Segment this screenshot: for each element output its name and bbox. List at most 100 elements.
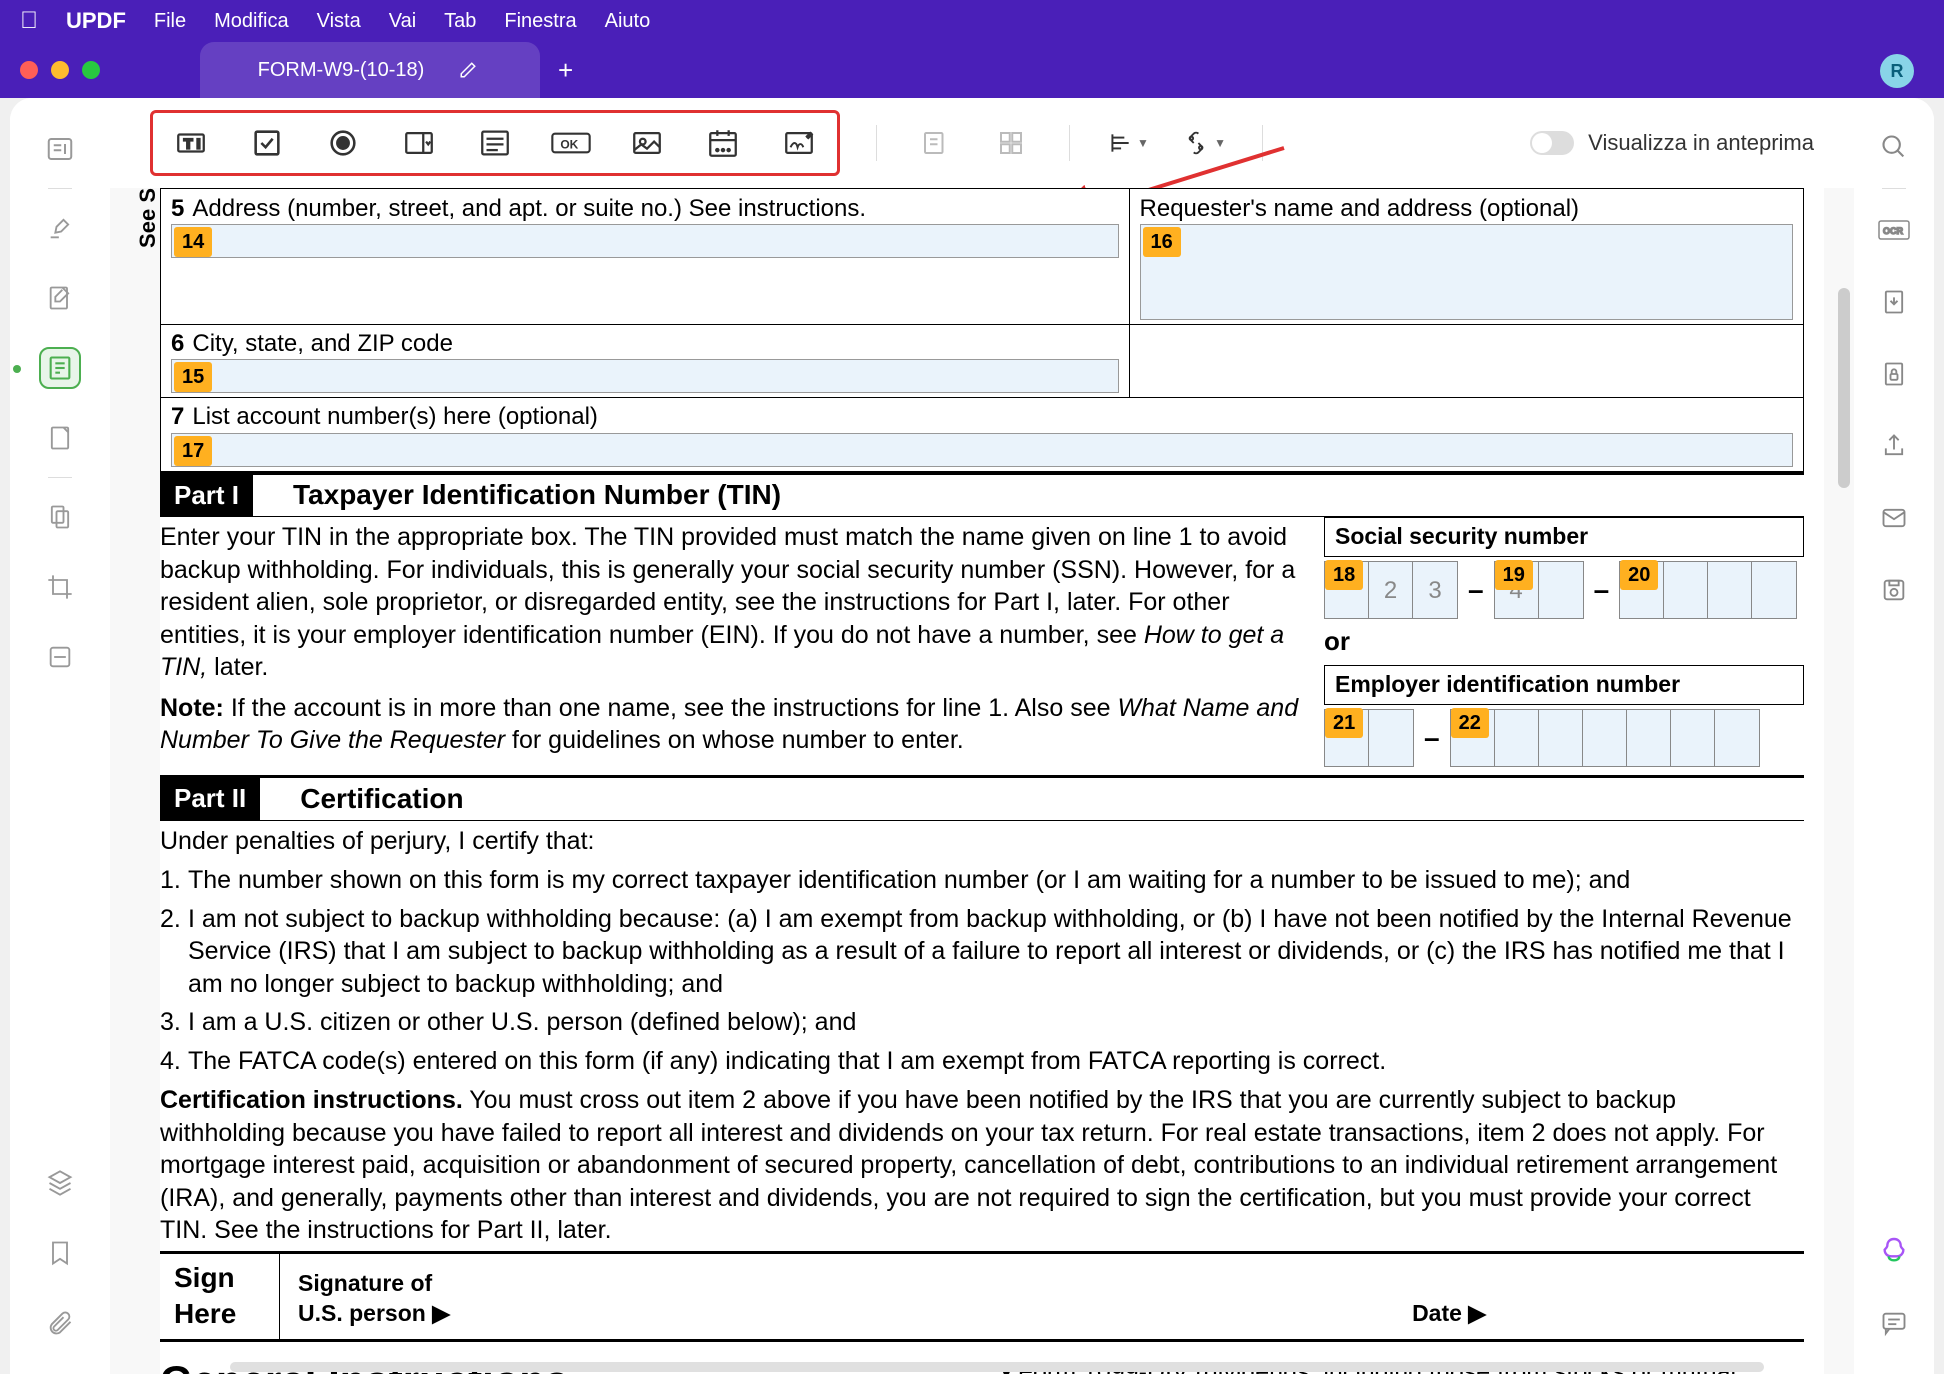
button-tool[interactable]: OK (549, 121, 593, 165)
city-field[interactable]: 15 (171, 359, 1119, 393)
bookmark-icon[interactable] (39, 1232, 81, 1274)
ssn-cell[interactable] (1752, 562, 1796, 618)
tools-settings-icon[interactable]: ▼ (1182, 121, 1226, 165)
ein-boxes: 21 – 22 (1324, 709, 1804, 767)
field-label: City, state, and ZIP code (192, 330, 453, 357)
part1-header: Part I Taxpayer Identification Number (T… (160, 472, 1804, 518)
chevron-down-icon: ▼ (1137, 136, 1149, 150)
part2-header: Part II Certification (160, 775, 1804, 821)
ssn-cell[interactable] (1708, 562, 1752, 618)
sign-row: SignHere Signature of U.S. person ▶ Date… (160, 1251, 1804, 1342)
field-badge-18: 18 (1325, 560, 1363, 590)
menu-go[interactable]: Vai (389, 10, 416, 33)
ssn-cell[interactable]: 3 (1413, 562, 1457, 618)
cert-instructions: Certification instructions. You must cro… (160, 1080, 1804, 1251)
reader-mode-icon[interactable] (39, 128, 81, 170)
window-minimize-button[interactable] (51, 61, 69, 79)
menu-tab[interactable]: Tab (444, 10, 476, 33)
horizontal-scrollbar[interactable] (230, 1362, 1764, 1372)
edit-text-icon[interactable] (39, 277, 81, 319)
signature-label: Signature of (298, 1269, 450, 1299)
ai-assistant-icon[interactable] (1873, 1230, 1915, 1272)
part1-paragraph: Enter your TIN in the appropriate box. T… (160, 517, 1304, 688)
menu-help[interactable]: Aiuto (605, 10, 651, 33)
layers-icon[interactable] (39, 1162, 81, 1204)
ein-cell[interactable] (1369, 710, 1413, 766)
signature-field-tool[interactable] (777, 121, 821, 165)
ssn-cell[interactable] (1664, 562, 1708, 618)
ein-cell[interactable] (1539, 710, 1583, 766)
account-numbers-field[interactable]: 17 (171, 433, 1793, 467)
left-sidebar (10, 98, 110, 1374)
field-badge-15: 15 (174, 362, 212, 392)
ein-cell[interactable] (1495, 710, 1539, 766)
date-field-tool[interactable] (701, 121, 745, 165)
share-icon[interactable] (1873, 425, 1915, 467)
side-label: See S (135, 188, 161, 248)
attachment-icon[interactable] (39, 1302, 81, 1344)
page-tools-icon[interactable] (39, 496, 81, 538)
pdf-page: 5 Address (number, street, and apt. or su… (160, 188, 1824, 1374)
menu-file[interactable]: File (154, 10, 186, 33)
pencil-icon[interactable] (454, 56, 482, 84)
align-tool[interactable]: ▼ (1106, 121, 1150, 165)
part1-note: Note: If the account is in more than one… (160, 688, 1304, 761)
field-number: 5 (171, 195, 184, 222)
field-badge-14: 14 (174, 227, 212, 257)
field-badge-16: 16 (1143, 227, 1181, 257)
ein-label: Employer identification number (1324, 665, 1804, 705)
ein-cell[interactable] (1627, 710, 1671, 766)
window-maximize-button[interactable] (82, 61, 100, 79)
app-name[interactable]: UPDF (66, 8, 126, 34)
menu-view[interactable]: Vista (317, 10, 361, 33)
grid-arrange-icon[interactable] (989, 121, 1033, 165)
ssn-cell[interactable]: 2 (1369, 562, 1413, 618)
ein-cell[interactable] (1583, 710, 1627, 766)
vertical-scrollbar[interactable] (1838, 288, 1850, 488)
dropdown-tool[interactable] (397, 121, 441, 165)
listbox-tool[interactable] (473, 121, 517, 165)
address-field[interactable]: 14 (171, 224, 1119, 258)
ein-cell[interactable] (1671, 710, 1715, 766)
preview-toggle[interactable] (1530, 131, 1574, 155)
crop-icon[interactable] (39, 566, 81, 608)
text-field-tool[interactable]: T I (169, 121, 213, 165)
document-viewport[interactable]: See S 5 Address (number, street, and apt.… (110, 188, 1854, 1374)
save-icon[interactable] (1873, 569, 1915, 611)
search-icon[interactable] (1873, 126, 1915, 168)
apple-logo-icon[interactable]:  (20, 7, 38, 35)
highlighter-icon[interactable] (39, 207, 81, 249)
document-tab[interactable]: FORM-W9-(10-18) (200, 42, 540, 98)
form-toolbar: T I OK ▼ ▼ Visualizza in anteprima (110, 98, 1854, 188)
new-tab-button[interactable]: + (558, 55, 573, 86)
convert-icon[interactable] (1873, 281, 1915, 323)
requester-label: Requester's name and address (optional) (1140, 195, 1580, 222)
menu-window[interactable]: Finestra (504, 10, 576, 33)
email-icon[interactable] (1873, 497, 1915, 539)
ocr-icon[interactable]: OCR (1873, 209, 1915, 251)
form-mode-icon[interactable] (39, 347, 81, 389)
field-badge-17: 17 (174, 436, 212, 466)
form-alignment-icon[interactable] (913, 121, 957, 165)
image-field-tool[interactable] (625, 121, 669, 165)
comments-icon[interactable] (1873, 1302, 1915, 1344)
form-fields-toolgroup: T I OK (150, 110, 840, 176)
checkbox-tool[interactable] (245, 121, 289, 165)
protect-icon[interactable] (1873, 353, 1915, 395)
field-badge-20: 20 (1620, 560, 1658, 590)
user-avatar[interactable]: R (1880, 54, 1914, 88)
redact-icon[interactable] (39, 636, 81, 678)
svg-text:T I: T I (184, 137, 201, 153)
ein-cell[interactable] (1715, 710, 1759, 766)
field-label: Address (number, street, and apt. or sui… (192, 195, 866, 222)
right-sidebar: OCR (1854, 98, 1934, 1374)
ssn-label: Social security number (1324, 517, 1804, 557)
menu-edit[interactable]: Modifica (214, 10, 288, 33)
ssn-cell[interactable] (1539, 562, 1583, 618)
window-close-button[interactable] (20, 61, 38, 79)
radio-tool[interactable] (321, 121, 365, 165)
date-label: Date ▶ (1412, 1299, 1486, 1329)
organize-pages-icon[interactable] (39, 417, 81, 459)
requester-field[interactable]: 16 (1140, 224, 1793, 320)
or-label: or (1324, 625, 1804, 659)
